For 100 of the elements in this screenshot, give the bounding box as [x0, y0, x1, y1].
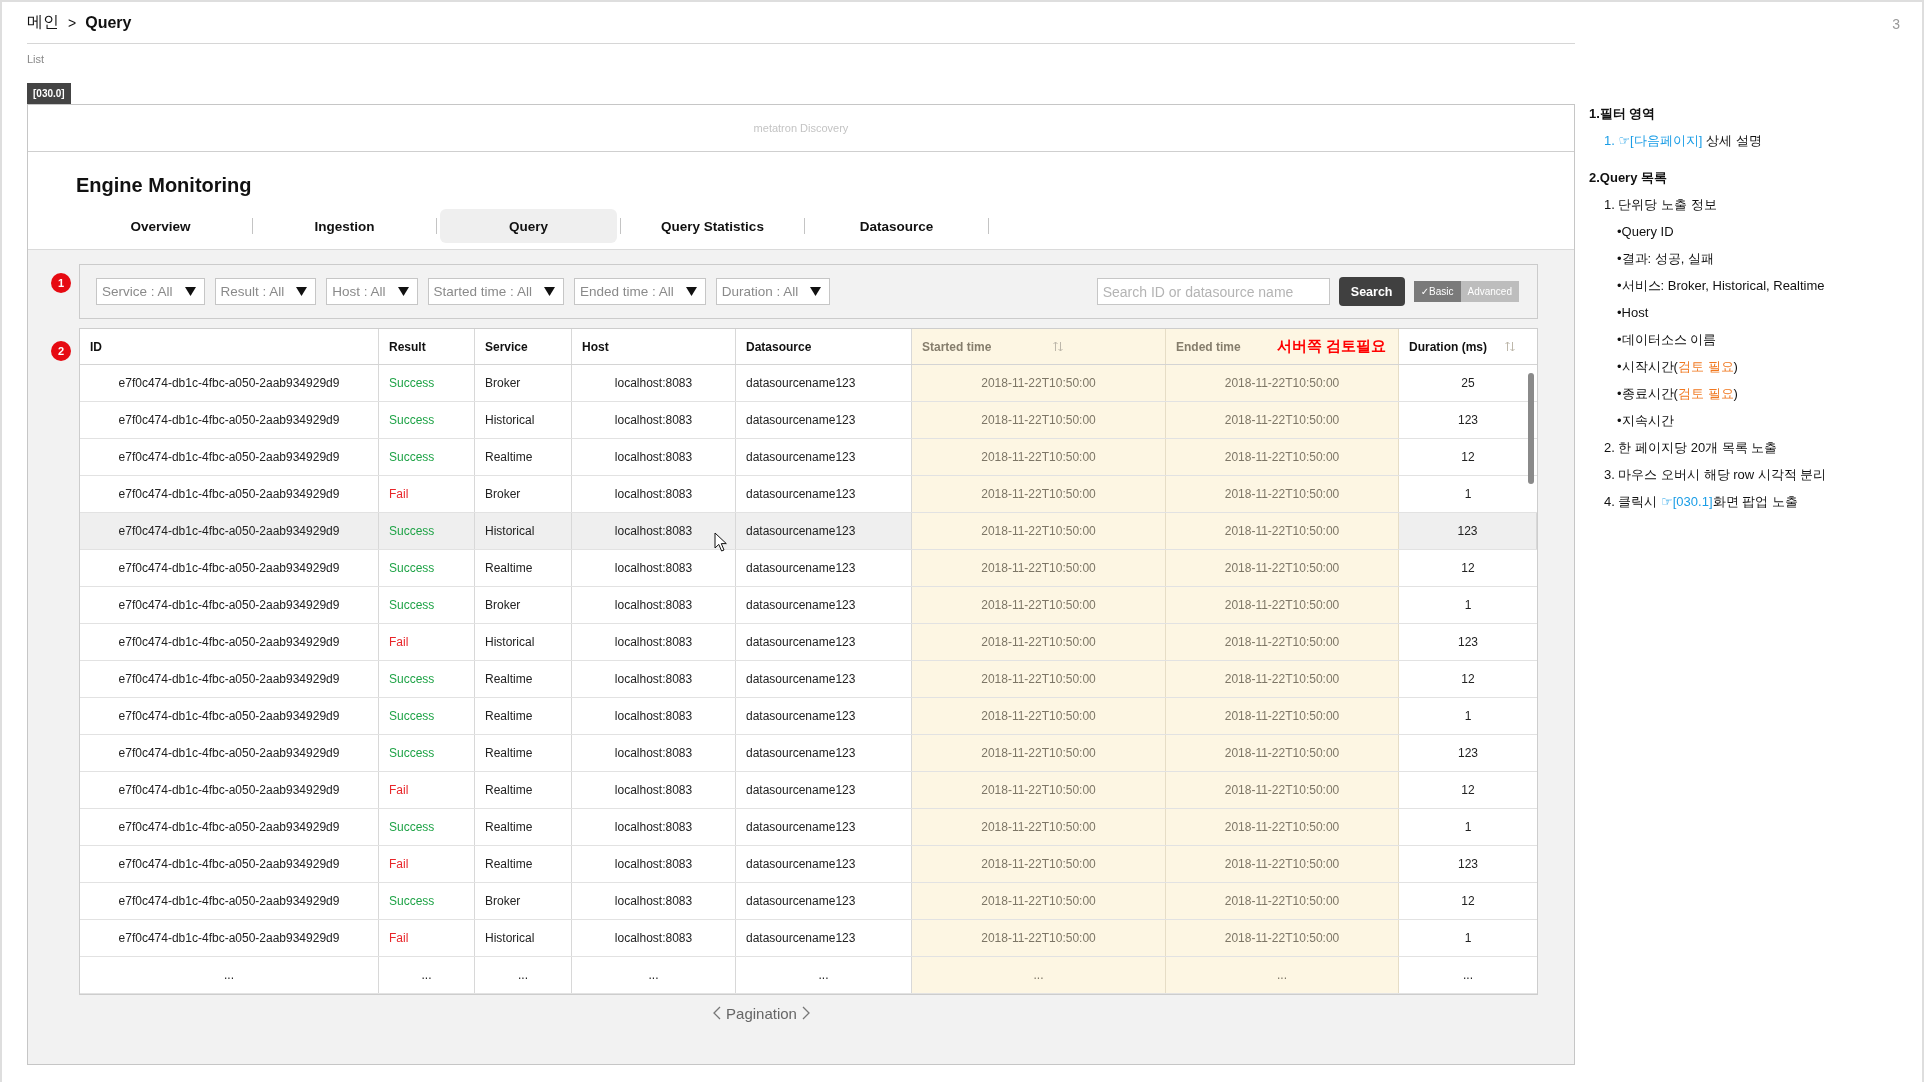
table-cell-text: 123 [1457, 856, 1479, 873]
table-cell: e7f0c474-db1c-4fbc-a050-2aab934929d9 [80, 661, 379, 697]
page-number: 3 [1892, 15, 1900, 34]
note-item: •시작시간(검토 필요) [1617, 358, 1739, 376]
table-row[interactable]: e7f0c474-db1c-4fbc-a050-2aab934929d9 Success Realtime localhost:8083 datasourcename123 2018-11-22T10:50:00 2018-11-22T10:50:00 12 [80, 439, 1537, 476]
table-cell: Fail [379, 920, 475, 956]
column-label: Service [485, 339, 528, 354]
pagination-label: Pagination [726, 1004, 797, 1022]
caret-icon [184, 287, 196, 296]
table-cell: e7f0c474-db1c-4fbc-a050-2aab934929d9 [80, 698, 379, 734]
note-heading: 2.Query 목록 [1589, 169, 1669, 187]
table-row[interactable]: e7f0c474-db1c-4fbc-a050-2aab934929d9 Success Historical localhost:8083 datasourcename123 2018-11-22T10:50:00 2018-11-22T10:50:00 123 [80, 513, 1537, 550]
table-cell: localhost:8083 [572, 365, 736, 401]
table-cell: localhost:8083 [572, 476, 736, 512]
table-cell: localhost:8083 [572, 883, 736, 919]
table-cell: 123 [1399, 513, 1537, 549]
chevron-right-icon[interactable] [801, 1006, 810, 1020]
table-cell: 2018-11-22T10:50:00 [1166, 920, 1399, 956]
breadcrumb-link[interactable]: 메인 [27, 12, 59, 33]
table-cell: 2018-11-22T10:50:00 [912, 550, 1166, 586]
table-cell-text: 12 [1460, 893, 1476, 910]
filter-dropdown[interactable]: Duration : All [715, 278, 831, 305]
table-row[interactable]: e7f0c474-db1c-4fbc-a050-2aab934929d9 Success Broker localhost:8083 datasourcename123 2018-11-22T10:50:00 2018-11-22T10:50:00 1 [80, 587, 1537, 624]
table-cell: 2018-11-22T10:50:00 [912, 883, 1166, 919]
table-cell: e7f0c474-db1c-4fbc-a050-2aab934929d9 [80, 920, 379, 956]
column-label: ID [90, 339, 102, 354]
table-cell: e7f0c474-db1c-4fbc-a050-2aab934929d9 [80, 587, 379, 623]
search-field[interactable]: Search ID or datasource name [1096, 278, 1330, 305]
table-cell: 2018-11-22T10:50:00 [1166, 846, 1399, 882]
mouse-pointer-icon [714, 532, 727, 552]
sort-icon[interactable] [1053, 341, 1064, 352]
note-item: 4. 클릭시 ☞[030.1]화면 팝업 노출 [1604, 493, 1799, 511]
toggle-option[interactable]: ✓Basic [1413, 281, 1461, 302]
column-label: Host [582, 339, 609, 354]
table-row[interactable]: e7f0c474-db1c-4fbc-a050-2aab934929d9 Success Broker localhost:8083 datasourcename123 2018-11-22T10:50:00 2018-11-22T10:50:00 25 [80, 365, 1537, 402]
table-cell: localhost:8083 [572, 587, 736, 623]
table-cell: 2018-11-22T10:50:00 [1166, 550, 1399, 586]
review-note: 서버쪽 검토필요 [1276, 337, 1386, 356]
table-row[interactable]: e7f0c474-db1c-4fbc-a050-2aab934929d9 Success Historical localhost:8083 datasourcename123 2018-11-22T10:50:00 2018-11-22T10:50:00 123 [80, 402, 1537, 439]
table-cell: e7f0c474-db1c-4fbc-a050-2aab934929d9 [80, 624, 379, 660]
table-cell: 2018-11-22T10:50:00 [912, 698, 1166, 734]
table-cell: 2018-11-22T10:50:00 [912, 772, 1166, 808]
table-cell: 2018-11-22T10:50:00 [912, 846, 1166, 882]
column-label: Datasource [746, 339, 812, 354]
table-cell: Success [379, 365, 475, 401]
table-cell-text: 12 [1460, 671, 1476, 688]
table-row[interactable]: e7f0c474-db1c-4fbc-a050-2aab934929d9 Success Realtime localhost:8083 datasourcename123 2018-11-22T10:50:00 2018-11-22T10:50:00 123 [80, 735, 1537, 772]
table-cell: Success [379, 735, 475, 771]
tab[interactable]: Ingestion [256, 209, 433, 243]
filter-dropdown[interactable]: Ended time : All [573, 278, 706, 305]
note-item: 2. 한 페이지당 20개 목록 노출 [1604, 439, 1779, 457]
table-cell: ... [1166, 957, 1399, 993]
table-cell: 2018-11-22T10:50:00 [912, 476, 1166, 512]
filter-dropdown[interactable]: Service : All [96, 278, 205, 305]
table-cell-text: 1 [1463, 819, 1473, 836]
table-cell: ... [912, 957, 1166, 993]
table-row[interactable]: e7f0c474-db1c-4fbc-a050-2aab934929d9 Fail Historical localhost:8083 datasourcename123 2018-11-22T10:50:00 2018-11-22T10:50:00 123 [80, 624, 1537, 661]
filter-dropdown[interactable]: Started time : All [427, 278, 564, 305]
table-cell: 2018-11-22T10:50:00 [1166, 661, 1399, 697]
table-cell: 2018-11-22T10:50:00 [912, 809, 1166, 845]
table-cell: 2018-11-22T10:50:00 [912, 439, 1166, 475]
table-cell: 2018-11-22T10:50:00 [912, 920, 1166, 956]
screen-id-label: [030.0] [27, 83, 71, 104]
table-cell: localhost:8083 [572, 661, 736, 697]
page-subtitle: List [27, 52, 45, 66]
chevron-left-icon[interactable] [713, 1006, 722, 1020]
tab[interactable]: Query [440, 209, 617, 243]
table-cell: Fail [379, 846, 475, 882]
table-row[interactable]: e7f0c474-db1c-4fbc-a050-2aab934929d9 Success Realtime localhost:8083 datasourcename123 2018-11-22T10:50:00 2018-11-22T10:50:00 1 [80, 809, 1537, 846]
filter-dropdown[interactable]: Host : All [326, 278, 418, 305]
table-row[interactable]: e7f0c474-db1c-4fbc-a050-2aab934929d9 Fail Realtime localhost:8083 datasourcename123 2018-11-22T10:50:00 2018-11-22T10:50:00 123 [80, 846, 1537, 883]
table-cell: 2018-11-22T10:50:00 [912, 365, 1166, 401]
search-button[interactable]: Search [1338, 277, 1405, 306]
sort-icon[interactable] [1505, 341, 1515, 352]
table-row[interactable]: e7f0c474-db1c-4fbc-a050-2aab934929d9 Success Realtime localhost:8083 datasourcename123 2018-11-22T10:50:00 2018-11-22T10:50:00 1 [80, 698, 1537, 735]
table-row[interactable]: e7f0c474-db1c-4fbc-a050-2aab934929d9 Fail Broker localhost:8083 datasourcename123 2018-11-22T10:50:00 2018-11-22T10:50:00 1 [80, 476, 1537, 513]
caret-icon [397, 287, 409, 296]
table-row[interactable]: e7f0c474-db1c-4fbc-a050-2aab934929d9 Success Realtime localhost:8083 datasourcename123 2018-11-22T10:50:00 2018-11-22T10:50:00 12 [80, 661, 1537, 698]
table-cell-text: 1 [1463, 486, 1473, 503]
note-item: 1. 단위당 노출 정보 [1604, 196, 1718, 214]
table-row[interactable]: e7f0c474-db1c-4fbc-a050-2aab934929d9 Success Realtime localhost:8083 datasourcename123 2018-11-22T10:50:00 2018-11-22T10:50:00 12 [80, 550, 1537, 587]
tab[interactable]: Datasource [808, 209, 985, 243]
table-row[interactable]: e7f0c474-db1c-4fbc-a050-2aab934929d9 Success Broker localhost:8083 datasourcename123 2018-11-22T10:50:00 2018-11-22T10:50:00 12 [80, 883, 1537, 920]
table-cell: Historical [475, 624, 572, 660]
table-cell: e7f0c474-db1c-4fbc-a050-2aab934929d9 [80, 735, 379, 771]
annotation-marker: 1 [51, 273, 71, 293]
table-cell: Realtime [475, 809, 572, 845]
table-cell: ... [379, 957, 475, 993]
table-cell: Fail [379, 476, 475, 512]
tab[interactable]: Overview [72, 209, 249, 243]
table-row[interactable]: e7f0c474-db1c-4fbc-a050-2aab934929d9 Fail Historical localhost:8083 datasourcename123 2018-11-22T10:50:00 2018-11-22T10:50:00 1 [80, 920, 1537, 957]
tab[interactable]: Query Statistics [624, 209, 801, 243]
table-row[interactable]: e7f0c474-db1c-4fbc-a050-2aab934929d9 Fail Realtime localhost:8083 datasourcename123 2018-11-22T10:50:00 2018-11-22T10:50:00 12 [80, 772, 1537, 809]
scrollbar-thumb[interactable] [1528, 373, 1534, 484]
table-cell: Broker [475, 587, 572, 623]
table-cell: ... [572, 957, 736, 993]
note-item: 1. ☞[다음페이지] 상세 설명 [1604, 132, 1763, 150]
table-cell: Success [379, 883, 475, 919]
table-cell: Fail [379, 772, 475, 808]
table-cell: 2018-11-22T10:50:00 [1166, 624, 1399, 660]
